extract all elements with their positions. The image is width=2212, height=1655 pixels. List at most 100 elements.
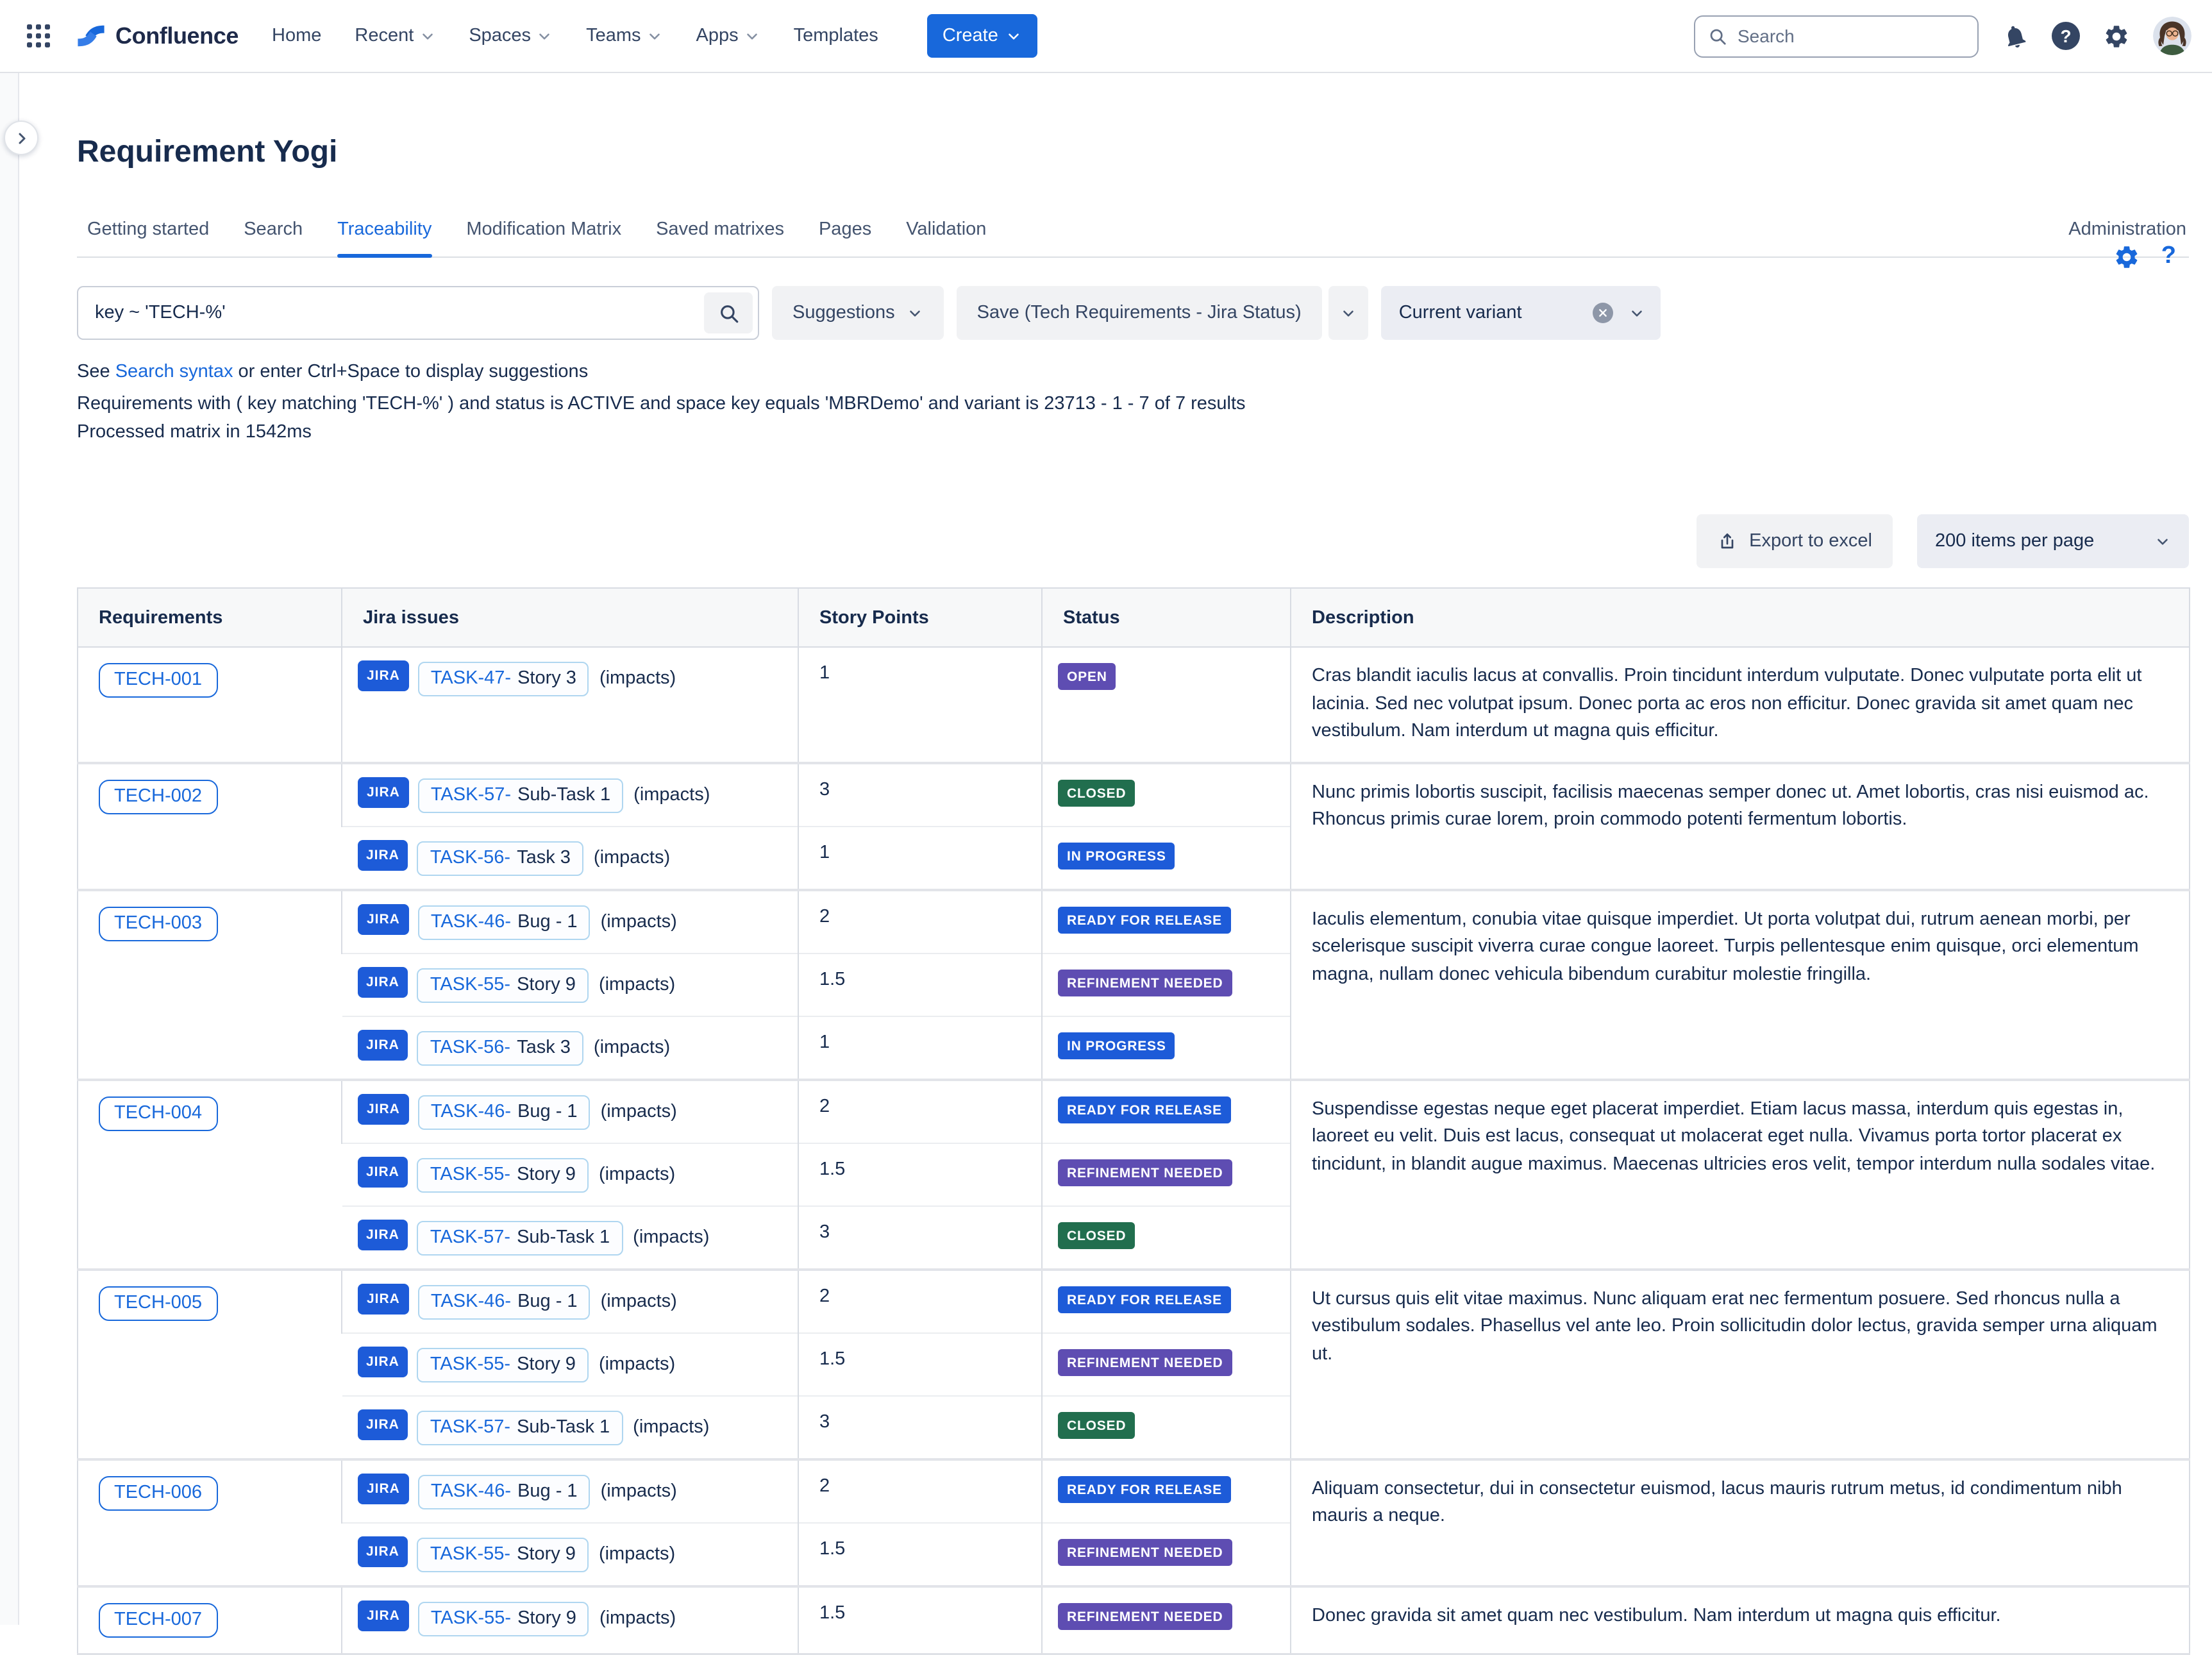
jira-issue-link[interactable]: TASK-56-Task 3	[417, 841, 583, 875]
requirement-yogi-help-icon[interactable]: ?	[2161, 242, 2176, 271]
jira-issue-link[interactable]: TASK-46-Bug - 1	[418, 1095, 591, 1129]
nav-item-label: Apps	[696, 26, 739, 46]
tab-saved-matrixes[interactable]: Saved matrixes	[656, 219, 784, 256]
jira-issue-link[interactable]: TASK-57-Sub-Task 1	[417, 1410, 623, 1445]
story-points-cell: 2	[798, 889, 1042, 953]
notifications-bell-icon[interactable]	[2002, 22, 2029, 49]
jira-issue-key[interactable]: TASK-56-	[430, 1037, 510, 1057]
global-search-input[interactable]	[1738, 26, 1965, 46]
helper-suffix: or enter Ctrl+Space to display suggestio…	[233, 362, 588, 382]
jira-issue-key[interactable]: TASK-57-	[430, 1227, 510, 1247]
nav-item-label: Templates	[794, 26, 878, 46]
help-icon[interactable]: ?	[2052, 22, 2080, 50]
save-matrix-button[interactable]: Save (Tech Requirements - Jira Status)	[957, 286, 1322, 340]
jira-issue-link[interactable]: TASK-55-Story 9	[417, 968, 589, 1002]
tab-getting-started[interactable]: Getting started	[87, 219, 209, 256]
nav-item-label: Teams	[586, 26, 641, 46]
jira-badge: JIRA	[357, 1029, 408, 1060]
requirement-link[interactable]: TECH-003	[99, 906, 217, 941]
requirement-link[interactable]: TECH-004	[99, 1096, 217, 1130]
jira-badge: JIRA	[358, 1283, 409, 1314]
jira-issue-key[interactable]: TASK-46-	[431, 911, 511, 932]
jira-issue-link[interactable]: TASK-56-Task 3	[417, 1030, 583, 1065]
chevron-down-icon	[536, 28, 553, 44]
nav-item-spaces[interactable]: Spaces	[469, 26, 553, 46]
search-syntax-link[interactable]: Search syntax	[115, 362, 233, 382]
description-cell: Aliquam consectetur, dui in consectetur …	[1291, 1459, 2190, 1586]
expand-sidebar-button[interactable]	[4, 121, 38, 155]
tab-validation[interactable]: Validation	[906, 219, 986, 256]
requirement-link[interactable]: TECH-002	[99, 779, 217, 814]
table-row: TECH-001JIRATASK-47-Story 3(impacts)1OPE…	[78, 647, 2190, 762]
requirement-yogi-settings-gear-icon[interactable]	[2114, 243, 2141, 270]
items-per-page-select[interactable]: 200 items per page	[1917, 514, 2189, 568]
story-points-cell: 2	[798, 1459, 1042, 1522]
jira-issue-key[interactable]: TASK-46-	[431, 1291, 511, 1311]
jira-issue-key[interactable]: TASK-57-	[431, 784, 511, 805]
items-per-page-value: 200 items per page	[1935, 531, 2141, 551]
tab-modification-matrix[interactable]: Modification Matrix	[466, 219, 621, 256]
jira-issue-key[interactable]: TASK-46-	[431, 1101, 511, 1122]
description-cell: Nunc primis lobortis suscipit, facilisis…	[1291, 762, 2190, 889]
requirement-link[interactable]: TECH-007	[99, 1602, 217, 1637]
app-switcher-icon[interactable]	[18, 15, 59, 56]
jira-issue-key[interactable]: TASK-55-	[430, 1354, 510, 1374]
status-badge: READY FOR RELEASE	[1058, 906, 1231, 933]
jira-issue-link[interactable]: TASK-55-Story 9	[418, 1601, 589, 1636]
jira-issue-key[interactable]: TASK-55-	[430, 1164, 510, 1184]
search-icon	[717, 302, 739, 324]
settings-gear-icon[interactable]	[2103, 22, 2130, 49]
confluence-logo[interactable]: Confluence	[74, 19, 239, 53]
status-cell: IN PROGRESS	[1042, 826, 1291, 889]
jira-issue-summary: Sub-Task 1	[517, 1227, 610, 1247]
jira-issue-key[interactable]: TASK-57-	[430, 1416, 510, 1437]
jira-issue-key[interactable]: TASK-55-	[431, 1608, 511, 1628]
nav-item-apps[interactable]: Apps	[696, 26, 760, 46]
nav-item-recent[interactable]: Recent	[355, 26, 435, 46]
jira-issue-link[interactable]: TASK-57- Sub-Task 1	[417, 1220, 623, 1255]
jira-issue-link[interactable]: TASK-55-Story 9	[417, 1157, 589, 1192]
run-search-button[interactable]	[704, 292, 753, 333]
nav-item-home[interactable]: Home	[272, 26, 321, 46]
jira-issue-link[interactable]: TASK-57-Sub-Task 1	[418, 778, 623, 812]
suggestions-button[interactable]: Suggestions	[772, 286, 944, 340]
query-input[interactable]	[78, 303, 758, 323]
column-header-jira-issues: Jira issues	[342, 588, 798, 647]
jira-issue-key[interactable]: TASK-55-	[430, 1543, 510, 1564]
impacts-label: (impacts)	[633, 784, 710, 805]
jira-issue-link[interactable]: TASK-46-Bug - 1	[418, 905, 591, 939]
create-button[interactable]: Create	[927, 14, 1038, 58]
save-matrix-caret-button[interactable]	[1328, 286, 1368, 340]
jira-issue-key[interactable]: TASK-55-	[430, 974, 510, 995]
query-summary: Requirements with ( key matching 'TECH-%…	[77, 394, 2189, 414]
tab-search[interactable]: Search	[244, 219, 303, 256]
nav-item-templates[interactable]: Templates	[794, 26, 878, 46]
story-points-cell: 3	[798, 1395, 1042, 1459]
global-search[interactable]	[1694, 15, 1979, 57]
status-badge: REFINEMENT NEEDED	[1058, 1602, 1232, 1629]
tab-traceability[interactable]: Traceability	[337, 219, 432, 256]
jira-issue-link[interactable]: TASK-55-Story 9	[417, 1347, 589, 1382]
jira-issue-link[interactable]: TASK-46-Bug - 1	[418, 1284, 591, 1319]
nav-item-teams[interactable]: Teams	[586, 26, 662, 46]
table-toolbar: Export to excel 200 items per page	[77, 514, 2189, 568]
column-header-requirements: Requirements	[78, 588, 342, 647]
jira-issue-link[interactable]: TASK-46-Bug - 1	[418, 1474, 591, 1509]
jira-issue-key[interactable]: TASK-46-	[431, 1481, 511, 1501]
requirement-link[interactable]: TECH-005	[99, 1286, 217, 1320]
export-label: Export to excel	[1749, 531, 1872, 551]
jira-issue-key[interactable]: TASK-56-	[430, 847, 510, 868]
status-cell: IN PROGRESS	[1042, 1016, 1291, 1079]
save-matrix-label: Save (Tech Requirements - Jira Status)	[977, 303, 1302, 323]
jira-issue-key[interactable]: TASK-47-	[431, 668, 511, 689]
jira-issue-link[interactable]: TASK-47-Story 3	[418, 662, 589, 696]
tab-pages[interactable]: Pages	[819, 219, 871, 256]
export-to-excel-button[interactable]: Export to excel	[1697, 514, 1893, 568]
requirement-link[interactable]: TECH-001	[99, 663, 217, 698]
avatar[interactable]	[2153, 17, 2191, 55]
clear-variant-icon[interactable]	[1593, 303, 1613, 323]
requirement-link[interactable]: TECH-006	[99, 1475, 217, 1510]
jira-issue-link[interactable]: TASK-55-Story 9	[417, 1537, 589, 1572]
variant-select[interactable]: Current variant	[1381, 286, 1661, 340]
chevron-down-icon	[646, 28, 663, 44]
